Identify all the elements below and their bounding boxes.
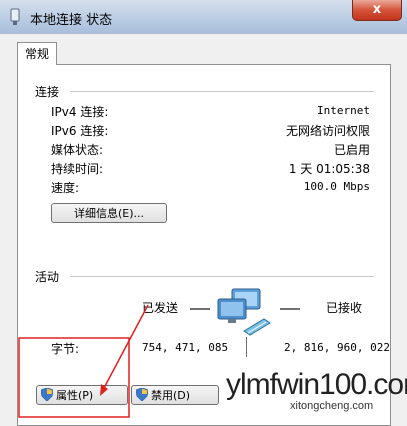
red-annotation — [18, 304, 149, 418]
watermark-sub: xitongcheng.com — [290, 400, 374, 412]
tab-general[interactable]: 常规 — [17, 42, 57, 65]
watermark-logo: ylmfwin100.com — [226, 368, 407, 401]
